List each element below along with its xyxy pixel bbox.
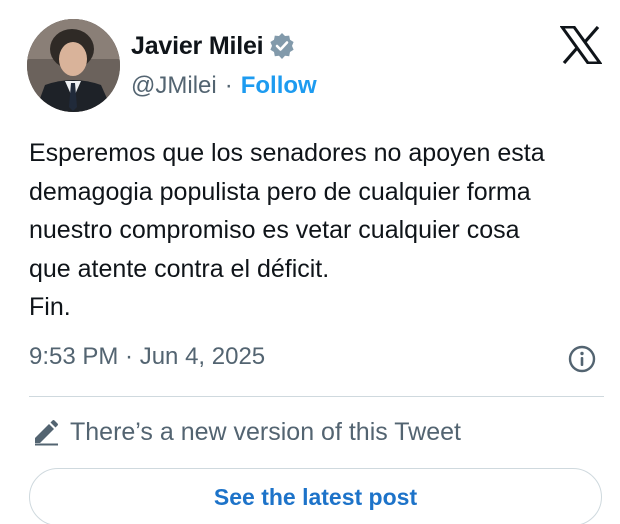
- tweet-embed-card: Javier Milei @JMilei · Follow Esperemos …: [0, 0, 620, 524]
- avatar[interactable]: [27, 19, 120, 112]
- edit-notice-text: There’s a new version of this Tweet: [70, 417, 461, 446]
- follow-button[interactable]: Follow: [241, 72, 317, 100]
- tweet-text: Esperemos que los senadores no apoyen es…: [29, 139, 545, 321]
- author-handle[interactable]: @JMilei: [131, 72, 217, 100]
- info-icon[interactable]: [567, 344, 597, 374]
- see-latest-post-button[interactable]: See the latest post: [29, 468, 602, 524]
- tweet-timestamp[interactable]: 9:53 PM · Jun 4, 2025: [29, 340, 265, 374]
- author-handle-row: @JMilei · Follow: [131, 70, 317, 102]
- edit-notice: There’s a new version of this Tweet: [32, 415, 461, 449]
- verified-badge-icon: [269, 33, 295, 59]
- pencil-icon: [32, 418, 60, 446]
- divider: [29, 396, 604, 397]
- author-name-row: Javier Milei: [131, 30, 295, 62]
- see-latest-post-label: See the latest post: [213, 483, 418, 510]
- author-name[interactable]: Javier Milei: [131, 32, 264, 61]
- separator-dot: ·: [224, 72, 233, 99]
- x-logo-icon[interactable]: [559, 25, 603, 65]
- avatar-image: [27, 19, 120, 112]
